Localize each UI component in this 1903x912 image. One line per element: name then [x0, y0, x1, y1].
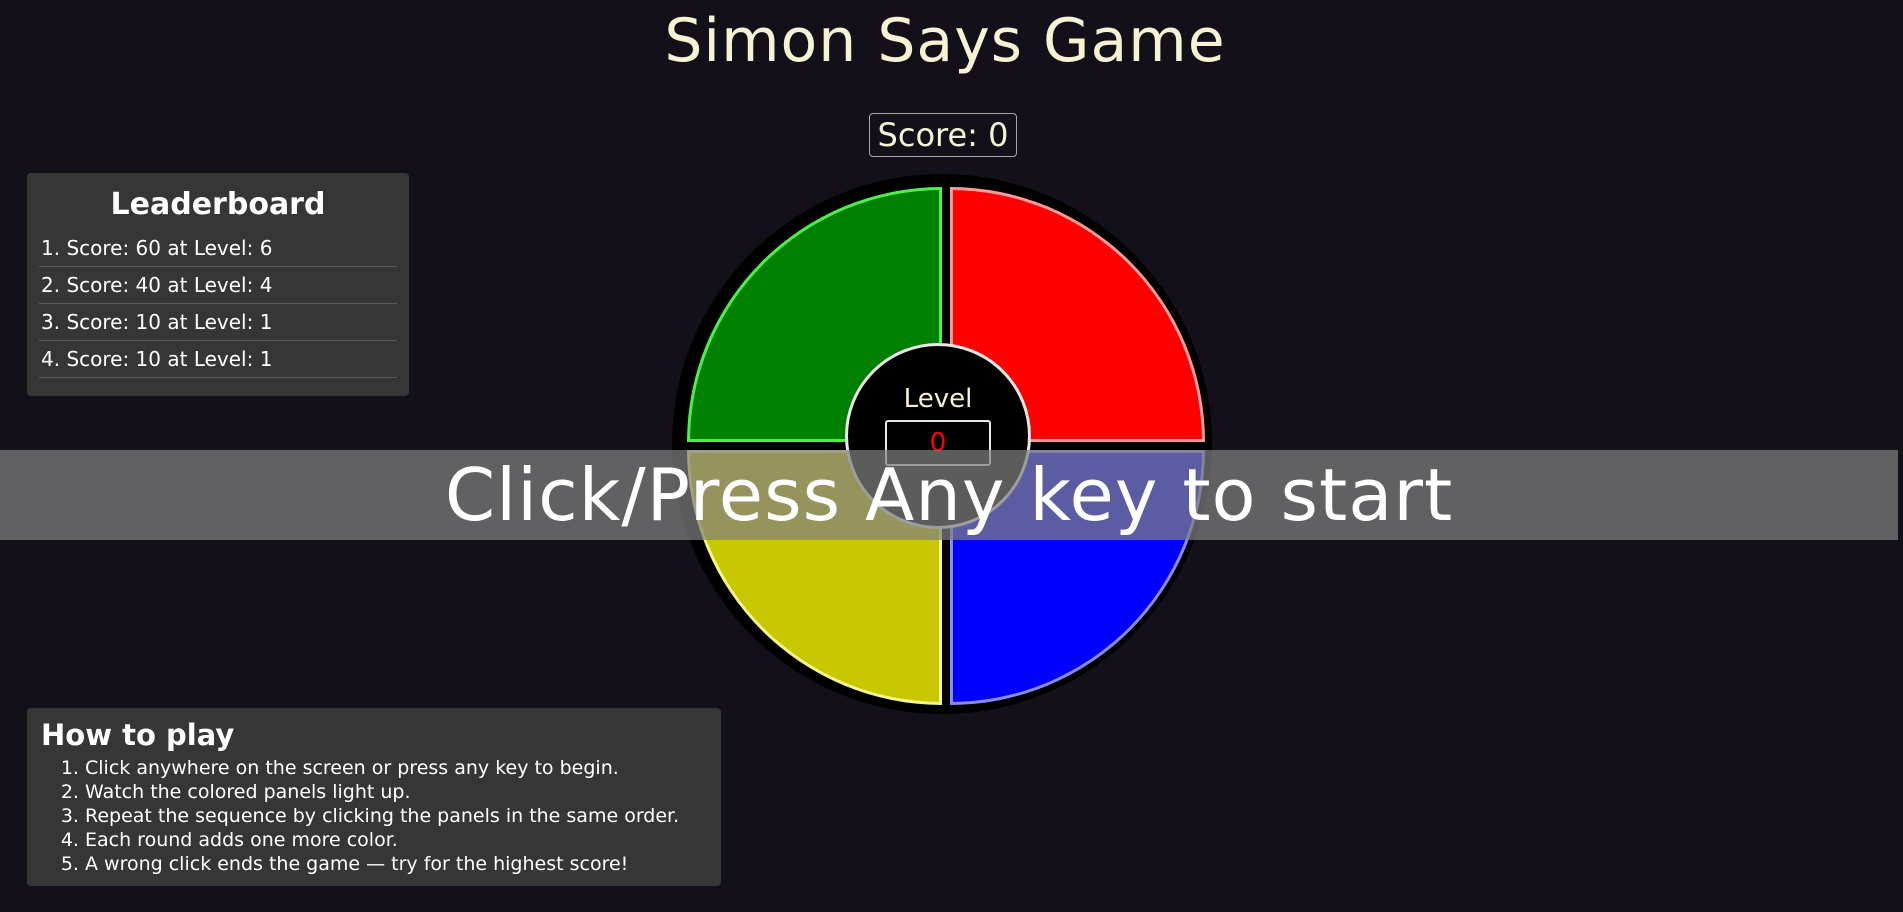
how-to-play-title: How to play	[41, 718, 235, 752]
leaderboard-entry: 1. Score: 60 at Level: 6	[39, 230, 397, 267]
how-to-play-step: Repeat the sequence by clicking the pane…	[85, 804, 707, 828]
leaderboard-entry: 3. Score: 10 at Level: 1	[39, 304, 397, 341]
leaderboard-title: Leaderboard	[110, 187, 326, 222]
score-display: Score: 0	[869, 113, 1017, 157]
how-to-play-panel: How to play Click anywhere on the screen…	[27, 708, 721, 886]
start-prompt: Click/Press Any key to start	[444, 453, 1454, 537]
simon-board: Level 0	[672, 174, 1212, 714]
level-label: Level	[903, 384, 973, 414]
how-to-play-step: A wrong click ends the game — try for th…	[85, 852, 707, 876]
how-to-play-step: Watch the colored panels light up.	[85, 780, 707, 804]
how-to-play-step: Each round adds one more color.	[85, 828, 707, 852]
leaderboard-entry: 4. Score: 10 at Level: 1	[39, 341, 397, 378]
leaderboard-entry: 2. Score: 40 at Level: 4	[39, 267, 397, 304]
game-page[interactable]: Simon Says Game Score: 0 Leaderboard 1. …	[0, 0, 1903, 912]
how-to-play-steps: Click anywhere on the screen or press an…	[41, 756, 707, 876]
how-to-play-step: Click anywhere on the screen or press an…	[85, 756, 707, 780]
leaderboard-panel: Leaderboard 1. Score: 60 at Level: 6 2. …	[27, 173, 409, 396]
start-overlay[interactable]: Click/Press Any key to start	[0, 450, 1898, 540]
page-title: Simon Says Game	[664, 6, 1226, 76]
